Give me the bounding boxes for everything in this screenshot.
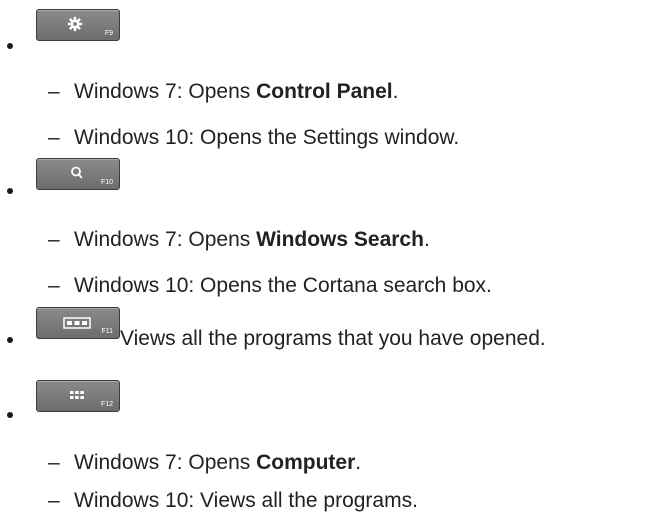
bullet xyxy=(7,188,13,194)
bullet xyxy=(7,412,13,418)
list-item: – Windows 10: Opens the Settings window. xyxy=(48,126,460,149)
f12-key: F12 xyxy=(36,380,120,412)
bullet xyxy=(7,43,13,49)
key-label: F11 xyxy=(101,328,113,335)
f11-description: Views all the programs that you have ope… xyxy=(120,327,546,350)
list-item: – Windows 7: Opens Computer. xyxy=(48,451,362,474)
key-label: F10 xyxy=(100,179,113,186)
f9-key: F9 xyxy=(36,9,120,41)
search-icon xyxy=(69,165,85,186)
list-item: – Windows 7: Opens Windows Search. xyxy=(48,228,430,251)
list-item: – Windows 10: Opens the Cortana search bo… xyxy=(48,274,492,297)
f10-key: F10 xyxy=(36,158,120,190)
key-label: F12 xyxy=(100,401,113,408)
app-grid-icon xyxy=(69,389,85,407)
key-label: F9 xyxy=(104,30,113,37)
list-item: – Windows 7: Opens Control Panel. xyxy=(48,80,399,103)
list-item: – Windows 10: Views all the programs. xyxy=(48,489,418,512)
gear-icon xyxy=(67,16,83,37)
f11-key: F11 xyxy=(36,307,120,339)
task-view-icon xyxy=(63,316,91,334)
bullet xyxy=(7,337,13,343)
